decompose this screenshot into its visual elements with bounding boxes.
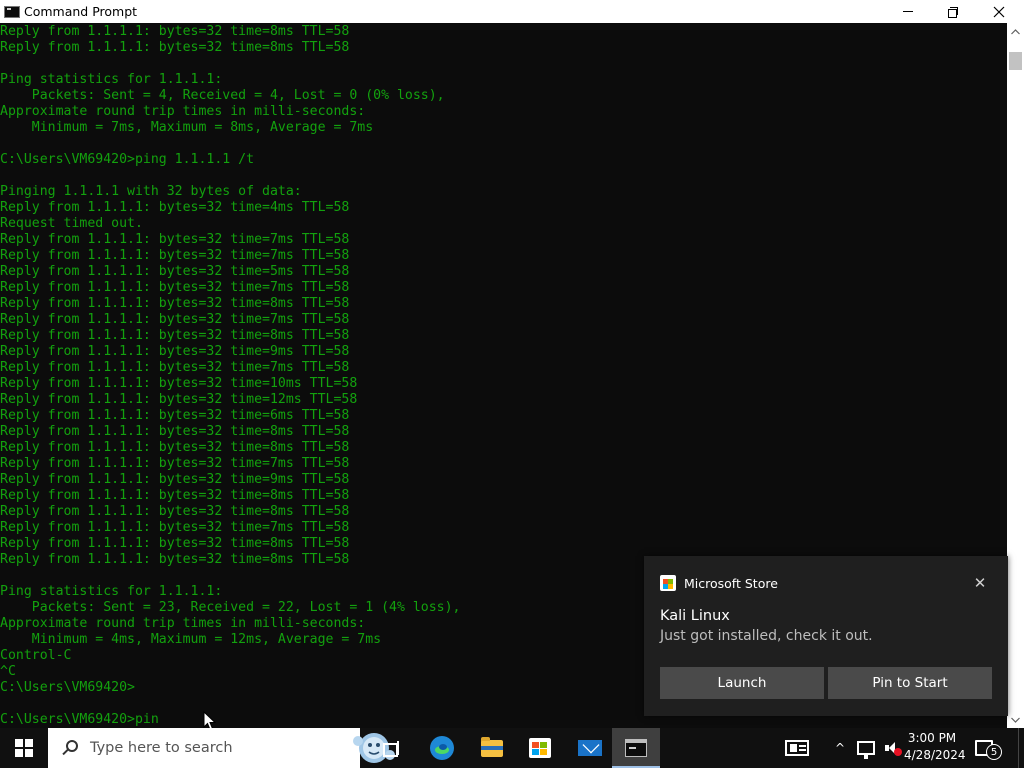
show-hidden-icons-button[interactable]: ^ <box>830 728 850 768</box>
console-line: Reply from 1.1.1.1: bytes=32 time=5ms TT… <box>0 264 350 279</box>
search-placeholder: Type here to search <box>90 740 233 756</box>
scroll-up-button[interactable] <box>1007 23 1024 40</box>
console-line: Reply from 1.1.1.1: bytes=32 time=7ms TT… <box>0 232 350 247</box>
console-line: Reply from 1.1.1.1: bytes=32 time=7ms TT… <box>0 312 350 327</box>
command-prompt-icon <box>625 739 647 757</box>
chevron-up-icon <box>1011 28 1020 34</box>
clock-time: 3:00 PM <box>907 731 957 745</box>
console-line: Minimum = 4ms, Maximum = 12ms, Average =… <box>0 632 382 647</box>
console-line: Reply from 1.1.1.1: bytes=32 time=8ms TT… <box>0 24 350 39</box>
console-line: Reply from 1.1.1.1: bytes=32 time=8ms TT… <box>0 440 350 455</box>
taskbar-search-box[interactable]: Type here to search <box>48 728 395 768</box>
console-line: Request timed out. <box>0 216 143 231</box>
file-explorer-icon <box>481 736 503 757</box>
clock[interactable]: 3:00 PM 4/28/2024 <box>904 730 966 766</box>
cmd-icon <box>4 5 20 18</box>
microsoft-store-icon <box>529 738 551 758</box>
file-explorer-taskbar-button[interactable] <box>468 728 516 768</box>
volume-button[interactable] <box>878 728 904 768</box>
console-line: Reply from 1.1.1.1: bytes=32 time=8ms TT… <box>0 424 350 439</box>
network-button[interactable] <box>854 728 878 768</box>
title-bar[interactable]: Command Prompt <box>0 0 1024 23</box>
console-line: Reply from 1.1.1.1: bytes=32 time=6ms TT… <box>0 408 350 423</box>
toast-app-name: Microsoft Store <box>684 575 778 591</box>
console-line: Reply from 1.1.1.1: bytes=32 time=7ms TT… <box>0 280 350 295</box>
console-line: Reply from 1.1.1.1: bytes=32 time=12ms T… <box>0 392 358 407</box>
toast-close-button[interactable]: ✕ <box>970 573 990 593</box>
console-line: Reply from 1.1.1.1: bytes=32 time=10ms T… <box>0 376 358 391</box>
close-icon <box>993 6 1005 17</box>
restore-button[interactable] <box>930 0 976 23</box>
console-line: Control-C <box>0 648 72 663</box>
network-icon <box>857 741 875 759</box>
show-desktop-button[interactable] <box>1018 728 1024 768</box>
toast-title: Kali Linux <box>660 608 730 624</box>
console-line: C:\Users\VM69420> <box>0 680 135 695</box>
launch-button[interactable]: Launch <box>660 667 824 699</box>
restore-icon <box>948 6 958 18</box>
console-line: Reply from 1.1.1.1: bytes=32 time=8ms TT… <box>0 328 350 343</box>
console-line: Approximate round trip times in milli-se… <box>0 104 366 119</box>
console-line: Pinging 1.1.1.1 with 32 bytes of data: <box>0 184 302 199</box>
mail-taskbar-button[interactable] <box>566 728 614 768</box>
console-line: Ping statistics for 1.1.1.1: <box>0 584 223 599</box>
minimize-icon <box>903 11 913 12</box>
console-line: Reply from 1.1.1.1: bytes=32 time=9ms TT… <box>0 472 350 487</box>
console-line: Reply from 1.1.1.1: bytes=32 time=8ms TT… <box>0 488 350 503</box>
vertical-scrollbar[interactable] <box>1007 23 1024 728</box>
console-line: C:\Users\VM69420>ping 1.1.1.1 /t <box>0 152 255 167</box>
console-line: Reply from 1.1.1.1: bytes=32 time=7ms TT… <box>0 360 350 375</box>
microsoft-store-icon <box>660 575 676 591</box>
console-line: Reply from 1.1.1.1: bytes=32 time=8ms TT… <box>0 296 350 311</box>
console-line: Reply from 1.1.1.1: bytes=32 time=4ms TT… <box>0 200 350 215</box>
pin-to-start-button[interactable]: Pin to Start <box>828 667 992 699</box>
console-line: Reply from 1.1.1.1: bytes=32 time=7ms TT… <box>0 456 350 471</box>
command-prompt-taskbar-button[interactable] <box>612 728 660 768</box>
console-line: Reply from 1.1.1.1: bytes=32 time=8ms TT… <box>0 40 350 55</box>
taskbar: Type here to search ^ 3:00 PM 4/28/2024 … <box>0 728 1024 768</box>
window-title: Command Prompt <box>24 4 138 19</box>
task-view-button[interactable] <box>368 728 416 768</box>
console-line: Reply from 1.1.1.1: bytes=32 time=8ms TT… <box>0 552 350 567</box>
scrollbar-thumb[interactable] <box>1009 52 1022 70</box>
console-line: Minimum = 7ms, Maximum = 8ms, Average = … <box>0 120 374 135</box>
news-widget-button[interactable] <box>780 728 814 768</box>
console-line: C:\Users\VM69420>pin <box>0 712 159 727</box>
toast-header: Microsoft Store <box>660 575 778 591</box>
scroll-down-button[interactable] <box>1007 711 1024 728</box>
muted-badge <box>894 748 902 756</box>
edge-taskbar-button[interactable] <box>418 728 466 768</box>
console-line: Packets: Sent = 4, Received = 4, Lost = … <box>0 88 445 103</box>
console-line: Packets: Sent = 23, Received = 22, Lost … <box>0 600 461 615</box>
chevron-down-icon <box>1011 717 1020 723</box>
console-line: Approximate round trip times in milli-se… <box>0 616 366 631</box>
toast-body: Just got installed, check it out. <box>660 628 873 644</box>
toast-notification[interactable]: Microsoft Store ✕ Kali Linux Just got in… <box>644 556 1008 716</box>
console-line: Reply from 1.1.1.1: bytes=32 time=7ms TT… <box>0 248 350 263</box>
mail-icon <box>578 740 602 756</box>
search-icon <box>62 740 78 756</box>
console-line: Reply from 1.1.1.1: bytes=32 time=8ms TT… <box>0 504 350 519</box>
console-line: ^C <box>0 664 16 679</box>
task-view-icon <box>383 741 401 757</box>
console-line: Ping statistics for 1.1.1.1: <box>0 72 223 87</box>
console-line: Reply from 1.1.1.1: bytes=32 time=7ms TT… <box>0 520 350 535</box>
start-button[interactable] <box>0 728 48 768</box>
edge-icon <box>430 736 454 760</box>
store-taskbar-button[interactable] <box>516 728 564 768</box>
news-icon <box>785 740 809 756</box>
console-line: Reply from 1.1.1.1: bytes=32 time=9ms TT… <box>0 344 350 359</box>
console-text: Reply from 1.1.1.1: bytes=32 time=8ms TT… <box>0 24 461 728</box>
close-button[interactable] <box>976 0 1022 23</box>
notification-count-badge: 5 <box>986 744 1002 760</box>
console-line: Reply from 1.1.1.1: bytes=32 time=8ms TT… <box>0 536 350 551</box>
minimize-button[interactable] <box>885 0 931 23</box>
windows-logo-icon <box>15 739 33 757</box>
clock-date: 4/28/2024 <box>904 748 966 762</box>
